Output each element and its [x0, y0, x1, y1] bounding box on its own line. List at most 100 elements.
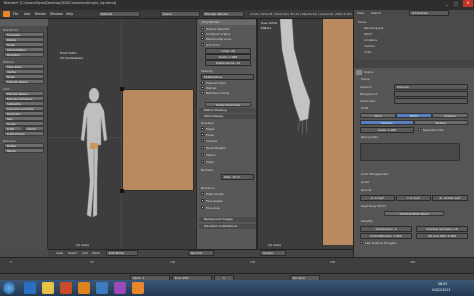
- app-icon[interactable]: [114, 282, 126, 294]
- header-select-menu[interactable]: Select: [68, 251, 77, 255]
- face-angles-checkbox[interactable]: [201, 199, 204, 202]
- gravity-z-field[interactable]: Z: -9.810 m/s²: [432, 195, 468, 201]
- outliner-row-armature[interactable]: Armature: [364, 38, 377, 42]
- layout-select[interactable]: Default: [98, 11, 140, 17]
- knife-project-button[interactable]: Knife Project: [4, 131, 44, 136]
- color-management-header[interactable]: Color Management: [356, 172, 473, 177]
- header-mesh-menu[interactable]: Mesh: [92, 251, 100, 255]
- edges-checkbox[interactable]: [201, 127, 204, 130]
- background-select[interactable]: [394, 91, 468, 97]
- face-area-checkbox[interactable]: [201, 206, 204, 209]
- textured-solid-checkbox[interactable]: [201, 81, 204, 84]
- transform-orientations-header[interactable]: Transform Orientations: [199, 224, 256, 229]
- mode-select[interactable]: Edit Mode: [106, 250, 138, 256]
- cube-mesh[interactable]: [322, 19, 354, 245]
- menu-render[interactable]: Render: [35, 12, 46, 16]
- media-player-icon[interactable]: [60, 282, 72, 294]
- menu-add[interactable]: Add: [24, 12, 30, 16]
- smooth-vertex-button[interactable]: Smooth Vertex: [4, 79, 44, 84]
- background-images-header[interactable]: Background Images: [199, 217, 256, 222]
- ie-icon[interactable]: [24, 282, 36, 294]
- gravity-header[interactable]: Gravity: [356, 188, 473, 193]
- skip-quad-checkbox[interactable]: [360, 241, 363, 244]
- units-panel-header[interactable]: Units: [356, 106, 473, 111]
- grid-floor-checkbox[interactable]: [201, 43, 204, 46]
- orientation-select[interactable]: Global: [260, 250, 286, 256]
- audio-header[interactable]: Audio: [356, 180, 473, 185]
- sharp-checkbox[interactable]: [201, 160, 204, 163]
- start-button-icon[interactable]: [3, 282, 15, 294]
- outliner-row-scene[interactable]: Scene: [358, 20, 367, 24]
- degrees-tab[interactable]: Degrees: [360, 120, 414, 125]
- simplify-header[interactable]: Simplify: [356, 219, 473, 224]
- outliner-row-cube[interactable]: Cube: [364, 50, 371, 54]
- camera-select[interactable]: Camera: [394, 84, 468, 90]
- relationship-lines-checkbox[interactable]: [201, 37, 204, 40]
- menu-file[interactable]: File: [13, 12, 18, 16]
- push-pull-button[interactable]: Push/Pull: [4, 52, 44, 57]
- menu-window[interactable]: Window: [50, 12, 63, 16]
- merge-button[interactable]: Merge: [4, 148, 44, 153]
- shadow-samples-field[interactable]: Shadow Samples: 16: [416, 226, 468, 232]
- edge-length-checkbox[interactable]: [201, 192, 204, 195]
- chrome-icon[interactable]: [96, 282, 108, 294]
- blender-task-icon[interactable]: [132, 282, 144, 294]
- seams-checkbox[interactable]: [201, 153, 204, 156]
- faces-checkbox[interactable]: [201, 133, 204, 136]
- vertex-marker[interactable]: [120, 87, 124, 91]
- subdivision-field[interactable]: Subdivision: 6: [360, 226, 412, 232]
- viewport-front[interactable]: Front Ortho 10 Centimeters (1) Cube: [48, 19, 196, 249]
- pivot-select[interactable]: Normal: [188, 250, 214, 256]
- menu-help[interactable]: Help: [66, 12, 73, 16]
- maximize-icon[interactable]: □: [454, 1, 458, 6]
- separate-units-checkbox[interactable]: [418, 128, 421, 131]
- subdivisions-field[interactable]: Subdivisions: 10: [205, 60, 251, 66]
- header-add-menu[interactable]: Add: [82, 251, 88, 255]
- timeline[interactable]: 0 50 100 150 200 250 Start: 1 End: 250 1 No S…: [0, 257, 474, 281]
- creases-checkbox[interactable]: [201, 139, 204, 142]
- gravity-y-field[interactable]: Y: 0 m/s²: [396, 195, 431, 201]
- ao-sss-field[interactable]: AO and SSS: 1.000: [416, 233, 468, 239]
- cube-mesh[interactable]: [122, 89, 194, 191]
- character-arm-mesh[interactable]: [278, 19, 318, 139]
- all-origins-checkbox[interactable]: [201, 32, 204, 35]
- outliner-view-menu[interactable]: View: [357, 11, 364, 15]
- outliner-search-menu[interactable]: Search: [371, 11, 381, 15]
- outliner-row-renderlayers[interactable]: RenderLayers: [364, 26, 383, 30]
- keying-sets-list[interactable]: [360, 143, 460, 161]
- units-imperial-tab[interactable]: Imperial: [432, 113, 468, 118]
- radians-tab[interactable]: Radians: [414, 120, 468, 125]
- mesh-display-header[interactable]: Mesh Display: [199, 114, 256, 119]
- viewport-user[interactable]: User Ortho Meters (1) Cube: [257, 19, 354, 249]
- outliner-scope-select[interactable]: All Scenes: [409, 10, 449, 16]
- firefox-icon[interactable]: [78, 282, 90, 294]
- units-none-tab[interactable]: None: [360, 113, 396, 118]
- display-only-render[interactable]: Only Render: [199, 20, 256, 25]
- outline-selected-checkbox[interactable]: [201, 27, 204, 30]
- properties-context-tabs[interactable]: [354, 60, 474, 68]
- backface-culling-checkbox[interactable]: [201, 91, 204, 94]
- scene-select[interactable]: Scene: [160, 11, 200, 17]
- unit-scale-field[interactable]: Scale: 1.000: [360, 127, 414, 133]
- units-metric-tab[interactable]: Metric: [396, 113, 432, 118]
- matcap-checkbox[interactable]: [201, 86, 204, 89]
- blender-logo-icon[interactable]: [3, 11, 10, 17]
- close-icon[interactable]: ×: [463, 0, 473, 7]
- bevel-weights-checkbox[interactable]: [201, 146, 204, 149]
- minimize-icon[interactable]: _: [446, 1, 448, 6]
- child-particles-field[interactable]: Child Particles: 1.000: [360, 233, 412, 239]
- rigid-body-world-header[interactable]: Rigid Body World: [356, 204, 473, 209]
- vertex-marker[interactable]: [120, 189, 124, 193]
- outliner-row-camera[interactable]: Camera: [364, 44, 375, 48]
- scene-panel-header[interactable]: Scene: [356, 77, 473, 82]
- normal-size-field[interactable]: Size: 10 m: [221, 174, 254, 180]
- motion-tracking-header[interactable]: Motion Tracking: [199, 108, 256, 113]
- shading-mode-select[interactable]: Multitexture: [201, 74, 254, 80]
- add-rigid-body-world-button[interactable]: Add Rigid Body World: [384, 211, 444, 216]
- character-mesh[interactable]: [74, 85, 114, 225]
- gravity-x-field[interactable]: X: 0 m/s²: [360, 195, 395, 201]
- render-engine-select[interactable]: Blender Render: [202, 11, 244, 17]
- active-clip-select[interactable]: [394, 98, 468, 104]
- header-view-menu[interactable]: View: [56, 251, 63, 255]
- outliner-row-world[interactable]: World: [364, 32, 372, 36]
